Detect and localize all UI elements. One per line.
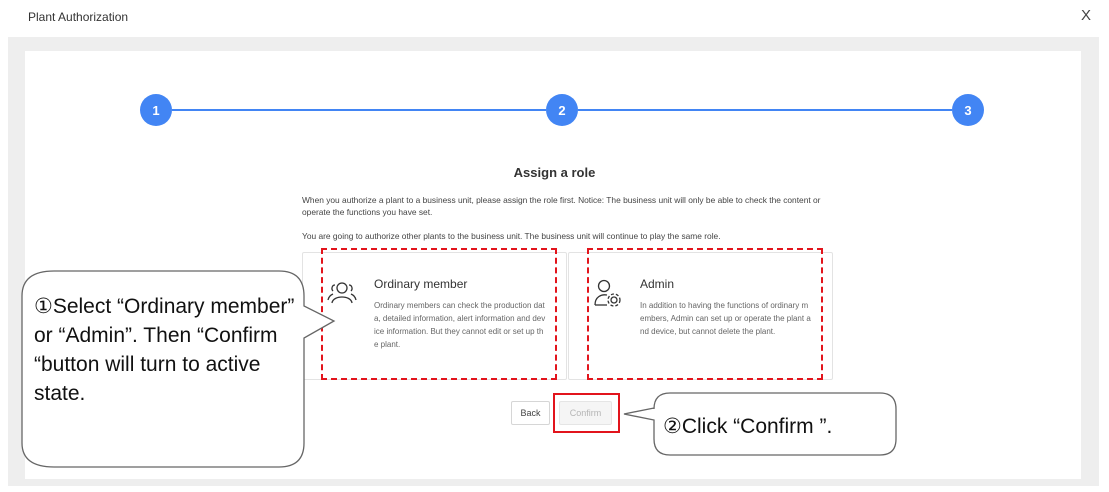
callout-2-text: ②Click “Confirm ”. [663, 415, 833, 438]
callout-1-text: ①Select “Ordinary member” or “Admin”. Th… [34, 295, 295, 405]
callout-bubbles [21, 270, 897, 468]
